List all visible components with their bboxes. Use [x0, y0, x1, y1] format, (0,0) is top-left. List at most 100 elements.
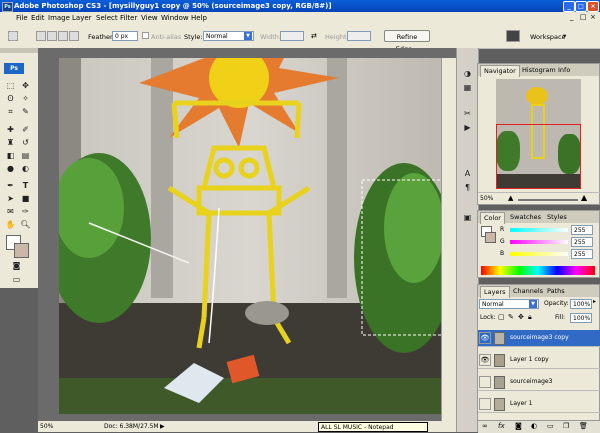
- zoom-out-icon[interactable]: ▲: [508, 194, 513, 202]
- opacity-arrow-icon[interactable]: ▸: [593, 298, 596, 305]
- status-menu-arrow-icon[interactable]: ▶: [160, 421, 165, 432]
- tools-preset-icon[interactable]: ✂: [461, 108, 474, 120]
- feather-input[interactable]: 0 px: [112, 31, 138, 41]
- tab-paths[interactable]: Paths: [544, 286, 568, 297]
- mask-icon[interactable]: ◙: [515, 422, 522, 430]
- lock-all-icon[interactable]: 🔒︎: [528, 313, 532, 322]
- rect-marquee-preset-icon[interactable]: [8, 31, 18, 41]
- eye-icon[interactable]: 👁︎: [479, 354, 491, 366]
- dodge-tool-icon[interactable]: ◐: [19, 163, 32, 175]
- healing-brush-icon[interactable]: ✚: [4, 124, 17, 136]
- eye-icon[interactable]: 👁︎: [479, 332, 491, 344]
- tab-histogram[interactable]: Histogram: [519, 65, 559, 76]
- quick-mask-icon[interactable]: ◙: [10, 260, 23, 272]
- channel-r-slider[interactable]: [510, 228, 568, 232]
- menu-layer[interactable]: Layer: [72, 14, 92, 22]
- history-panel-icon[interactable]: ▦: [461, 82, 474, 94]
- zoom-level[interactable]: 50%: [40, 421, 53, 432]
- actions-panel-icon[interactable]: ▶: [461, 122, 474, 134]
- move-tool-icon[interactable]: ✥: [19, 80, 32, 92]
- folder-icon[interactable]: ▭: [547, 422, 554, 430]
- path-selection-icon[interactable]: ➤: [4, 193, 17, 205]
- doc-restore-icon[interactable]: □: [580, 13, 587, 21]
- eraser-tool-icon[interactable]: ◧: [4, 150, 17, 162]
- pen-tool-icon[interactable]: ✒: [4, 180, 17, 192]
- eye-toggle-empty[interactable]: [479, 398, 491, 410]
- style-select[interactable]: Normal ▼: [203, 31, 254, 41]
- tab-info[interactable]: Info: [555, 65, 573, 76]
- tab-navigator[interactable]: Navigator: [480, 65, 520, 77]
- lock-position-icon[interactable]: ✥: [518, 313, 524, 321]
- blend-mode-select[interactable]: Normal ▼: [479, 299, 539, 309]
- layer-row[interactable]: Layer 1: [478, 396, 600, 413]
- swap-icon[interactable]: ⇄: [311, 32, 321, 40]
- magic-wand-icon[interactable]: ✧: [19, 93, 32, 105]
- menu-view[interactable]: View: [141, 14, 158, 22]
- doc-close-icon[interactable]: ×: [590, 13, 596, 21]
- tools-grip[interactable]: [0, 48, 38, 53]
- channel-r-input[interactable]: 255: [571, 225, 593, 235]
- workspace-button[interactable]: Workspace: [530, 33, 566, 41]
- brushes-panel-icon[interactable]: ▣: [461, 212, 474, 224]
- doc-minimize-icon[interactable]: _: [570, 13, 574, 21]
- tab-channels[interactable]: Channels: [510, 286, 546, 297]
- height-input[interactable]: [347, 31, 371, 41]
- color-bg-swatch[interactable]: [485, 232, 496, 243]
- slice-tool-icon[interactable]: ✎: [19, 106, 32, 118]
- channel-b-input[interactable]: 255: [571, 249, 593, 259]
- menu-filter[interactable]: Filter: [120, 14, 137, 22]
- lasso-tool-icon[interactable]: ʘ: [4, 93, 17, 105]
- zoom-tool-icon[interactable]: 🔍︎: [19, 219, 32, 231]
- hand-tool-icon[interactable]: ✋: [4, 219, 17, 231]
- menu-help[interactable]: Help: [191, 14, 207, 22]
- refine-edge-button[interactable]: Refine Edge...: [384, 30, 430, 53]
- menu-edit[interactable]: Edit: [31, 14, 45, 22]
- image-canvas[interactable]: [59, 58, 444, 414]
- menu-image[interactable]: Image: [48, 14, 70, 22]
- subtract-selection-icon[interactable]: [58, 31, 68, 41]
- layer-row[interactable]: 👁︎ sourceimage3 copy: [478, 330, 600, 347]
- minimize-button[interactable]: _: [563, 1, 575, 12]
- eye-toggle-empty[interactable]: [479, 376, 491, 388]
- navigator-zoom[interactable]: 50%: [480, 195, 493, 202]
- menu-select[interactable]: Select: [96, 14, 118, 22]
- close-button[interactable]: ×: [587, 1, 599, 12]
- navigator-panel-icon[interactable]: ◑: [461, 68, 474, 80]
- menu-window[interactable]: Window: [161, 14, 189, 22]
- background-color-swatch[interactable]: [14, 243, 29, 258]
- gradient-tool-icon[interactable]: ▤: [19, 150, 32, 162]
- intersect-selection-icon[interactable]: [69, 31, 79, 41]
- shape-tool-icon[interactable]: ■: [19, 193, 32, 205]
- layer-row[interactable]: sourceimage3: [478, 374, 600, 391]
- paragraph-panel-icon[interactable]: ¶: [461, 182, 474, 194]
- trash-icon[interactable]: 🗑︎: [579, 422, 588, 430]
- screen-mode-icon[interactable]: ▭: [10, 274, 23, 286]
- clone-stamp-icon[interactable]: ♜: [4, 137, 17, 149]
- history-brush-icon[interactable]: ↺: [19, 137, 32, 149]
- layer-row[interactable]: 👁︎ Layer 1 copy: [478, 352, 600, 369]
- navigator-view-box[interactable]: [496, 124, 581, 189]
- maximize-button[interactable]: □: [575, 1, 587, 12]
- navigator-thumbnail[interactable]: [496, 79, 581, 189]
- palette-well-icon[interactable]: [506, 30, 520, 42]
- vertical-scrollbar[interactable]: [441, 58, 457, 421]
- tab-layers[interactable]: Layers: [480, 286, 510, 298]
- fill-input[interactable]: 100%: [570, 313, 592, 323]
- type-tool-icon[interactable]: T: [19, 180, 32, 192]
- zoom-in-icon[interactable]: ▲: [581, 193, 587, 202]
- color-spectrum-bar[interactable]: [481, 266, 595, 275]
- fx-icon[interactable]: fx: [498, 422, 505, 430]
- add-selection-icon[interactable]: [47, 31, 57, 41]
- opacity-input[interactable]: 100%: [570, 299, 592, 309]
- menu-file[interactable]: File: [16, 14, 28, 22]
- tab-styles[interactable]: Styles: [544, 212, 570, 223]
- notes-tool-icon[interactable]: ✉: [4, 206, 17, 218]
- antialias-checkbox[interactable]: [142, 32, 149, 39]
- lock-pixels-icon[interactable]: ✎: [508, 313, 514, 321]
- tab-swatches[interactable]: Swatches: [507, 212, 544, 223]
- eyedropper-icon[interactable]: ✑: [19, 206, 32, 218]
- lock-transparency-icon[interactable]: ▢: [498, 313, 505, 321]
- blur-tool-icon[interactable]: ●: [4, 163, 17, 175]
- adjustment-icon[interactable]: ◐: [531, 422, 537, 430]
- navigator-zoom-slider[interactable]: [518, 199, 578, 201]
